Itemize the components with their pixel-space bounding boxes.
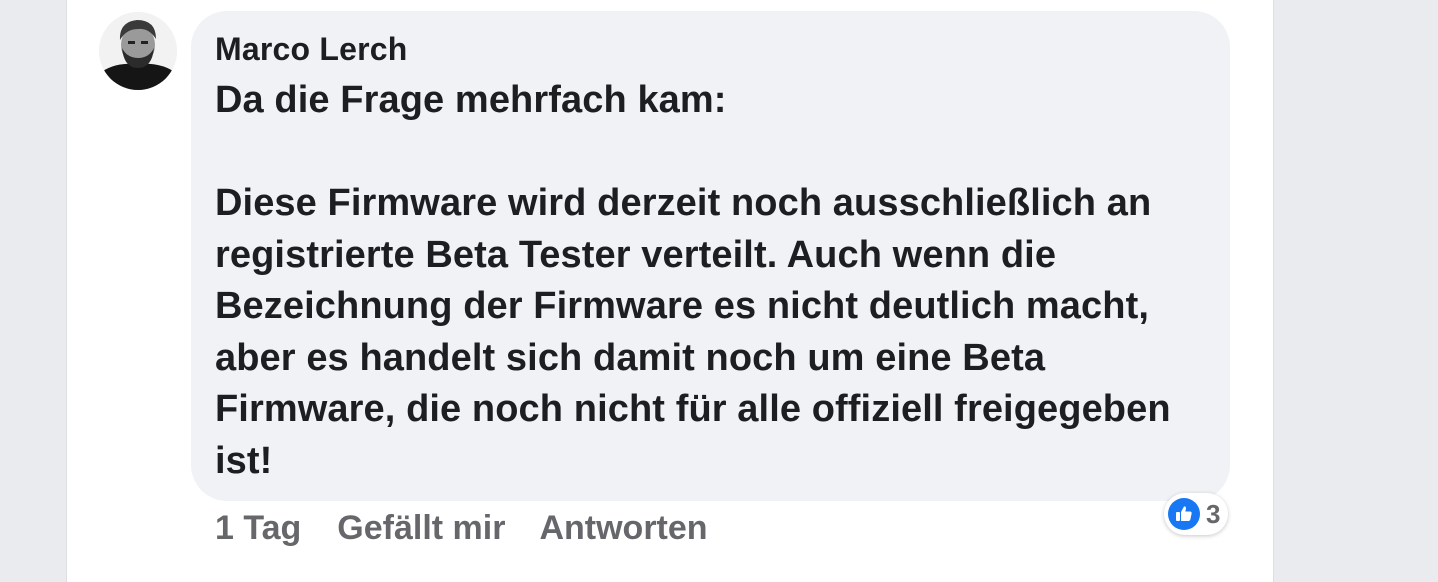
thumbs-up-icon: [1168, 498, 1200, 530]
reply-button[interactable]: Antworten: [539, 509, 707, 548]
comment-actions: 1 Tag Gefällt mir Antworten: [215, 506, 742, 550]
comment-bubble: Marco Lerch Da die Frage mehrfach kam: D…: [191, 11, 1230, 501]
reaction-count: 3: [1206, 498, 1221, 529]
avatar[interactable]: [99, 12, 177, 90]
reaction-summary[interactable]: 3: [1164, 493, 1229, 535]
comment-text: Da die Frage mehrfach kam: Diese Firmwar…: [215, 79, 1171, 482]
comment-author[interactable]: Marco Lerch: [215, 29, 1206, 69]
comment-timestamp[interactable]: 1 Tag: [215, 509, 301, 548]
like-button[interactable]: Gefällt mir: [337, 509, 505, 548]
